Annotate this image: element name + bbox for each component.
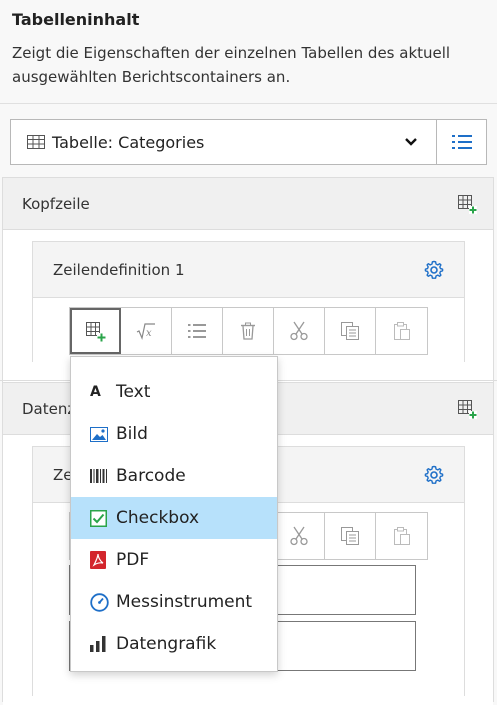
list-view-button[interactable]: [436, 120, 486, 164]
list-button[interactable]: [172, 308, 223, 354]
menu-item-text[interactable]: A Text: [71, 371, 277, 413]
pdf-icon: [90, 551, 106, 569]
copy-button[interactable]: [325, 513, 376, 559]
trash-icon: [241, 322, 255, 340]
gauge-icon: [90, 592, 109, 612]
menu-item-label: Datengrafik: [116, 634, 217, 654]
formula-button[interactable]: x: [121, 308, 172, 354]
add-row-icon[interactable]: [457, 399, 477, 419]
scissors-icon: [290, 321, 308, 341]
gear-icon[interactable]: [424, 465, 444, 485]
menu-item-label: Bild: [116, 424, 148, 444]
list-icon: [451, 135, 472, 149]
copy-icon: [341, 527, 359, 545]
add-element-menu: A Text Bild Barcode Checkbox PDF Messins…: [70, 356, 278, 672]
add-cell-icon: [86, 322, 106, 342]
svg-text:x: x: [146, 328, 152, 339]
menu-item-pdf[interactable]: PDF: [71, 539, 277, 581]
delete-button[interactable]: [223, 308, 274, 354]
panel-description: Zeigt die Eigenschaften der einzelnen Ta…: [12, 44, 451, 86]
table-dropdown[interactable]: Tabelle: Categories: [11, 120, 436, 164]
panel-title: Tabelleninhalt: [12, 10, 140, 29]
cell-toolbar-1: x: [69, 307, 428, 355]
list-icon: [188, 324, 206, 338]
text-icon: A: [90, 384, 101, 400]
paste-button[interactable]: [376, 513, 427, 559]
add-row-icon[interactable]: [457, 194, 477, 214]
table-selector-label: Tabelle: Categories: [52, 132, 205, 152]
menu-item-data-chart[interactable]: Datengrafik: [71, 623, 277, 665]
menu-item-label: PDF: [116, 550, 150, 570]
cut-button[interactable]: [274, 308, 325, 354]
formula-icon: x: [136, 323, 155, 340]
menu-item-barcode[interactable]: Barcode: [71, 455, 277, 497]
menu-item-checkbox[interactable]: Checkbox: [71, 497, 277, 539]
menu-item-gauge[interactable]: Messinstrument: [71, 581, 277, 623]
gear-icon[interactable]: [424, 260, 444, 280]
menu-item-image[interactable]: Bild: [71, 413, 277, 455]
menu-item-label: Messinstrument: [116, 592, 253, 612]
section-title: Kopfzeile: [22, 194, 90, 213]
table-icon: [27, 135, 45, 149]
chevron-down-icon: [405, 138, 417, 146]
header-divider: [0, 103, 497, 104]
menu-item-label: Checkbox: [116, 508, 200, 528]
checkbox-icon: [90, 509, 107, 527]
copy-button[interactable]: [325, 308, 376, 354]
paste-icon: [393, 322, 410, 340]
paste-button[interactable]: [376, 308, 427, 354]
menu-item-label: Barcode: [116, 466, 186, 486]
table-selector: Tabelle: Categories: [10, 119, 487, 165]
barcode-icon: [90, 469, 107, 483]
menu-item-label: Text: [116, 382, 151, 402]
scissors-icon: [290, 526, 308, 546]
section-title: Datenz: [22, 399, 76, 418]
paste-icon: [393, 527, 410, 545]
add-cell-button[interactable]: [70, 308, 121, 354]
row-definition-title: Zeilendefinition 1: [53, 260, 185, 279]
cut-button[interactable]: [274, 513, 325, 559]
image-icon: [90, 426, 108, 442]
copy-icon: [341, 322, 359, 340]
chart-icon: [90, 636, 106, 652]
